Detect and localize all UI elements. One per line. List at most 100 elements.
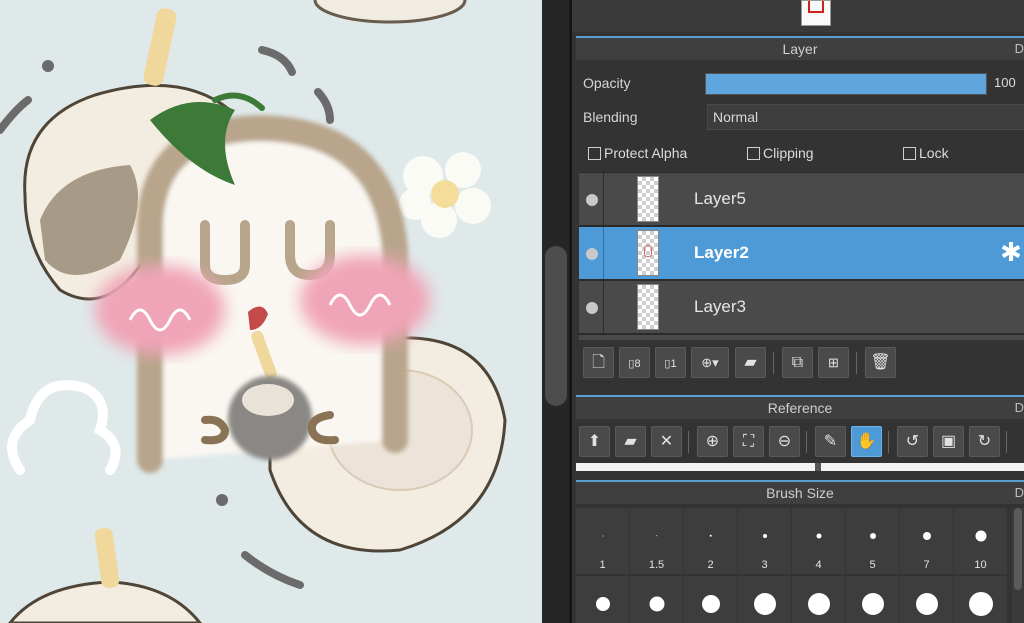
brush-size-preset[interactable]: 2 — [684, 508, 737, 574]
layer-settings-gear-icon[interactable]: ✱ — [998, 239, 1024, 265]
brush-size-dot-icon — [869, 532, 876, 539]
brush-size-scroll-thumb[interactable] — [1014, 508, 1022, 590]
reference-eyedropper-button[interactable]: ✎ — [815, 426, 846, 457]
brush-size-dot-icon — [975, 530, 986, 542]
layer-thumbnail — [637, 176, 659, 222]
add-layer-dropdown-icon: ⊕▾ — [701, 355, 719, 370]
reference-view-strip[interactable] — [576, 463, 1024, 471]
brush-size-dot-icon — [816, 533, 821, 539]
visibility-toggle-icon[interactable] — [586, 194, 598, 206]
blending-label: Blending — [583, 109, 638, 125]
reference-rotate-left-button[interactable]: ↺ — [897, 426, 928, 457]
reference-panel-dock-button[interactable]: D — [1015, 397, 1024, 419]
brush-size-panel-header[interactable]: Brush Size D — [576, 480, 1024, 504]
brush-size-preset[interactable]: 5 — [846, 508, 899, 574]
new-layer-button[interactable]: 🗋 — [583, 347, 614, 378]
layer-thumbnail — [637, 284, 659, 330]
brush-size-preset[interactable]: 1.5 — [630, 508, 683, 574]
protect-alpha-checkbox[interactable]: Protect Alpha — [588, 145, 687, 163]
delete-icon: 🗑 — [870, 354, 891, 371]
reference-panel-header[interactable]: Reference D — [576, 395, 1024, 419]
new-1bit-layer-button[interactable]: ▯1 — [655, 347, 686, 378]
brush-size-dot-icon — [649, 596, 664, 612]
reference-open-button[interactable]: ▰ — [615, 426, 646, 457]
layer-panel-header[interactable]: Layer D — [576, 36, 1024, 60]
clipping-checkbox[interactable]: Clipping — [747, 145, 814, 163]
brush-size-preset[interactable] — [576, 576, 629, 623]
hand-icon: ✋ — [856, 433, 877, 450]
new-8bit-layer-button[interactable]: ▯8 — [619, 347, 650, 378]
brush-size-preset[interactable]: 3 — [738, 508, 791, 574]
lock-label: Lock — [919, 145, 949, 161]
folder-icon: ▰ — [744, 354, 757, 371]
toolbar-separator — [1006, 431, 1007, 453]
brush-size-dot-icon — [968, 592, 993, 617]
close-icon: ✕ — [659, 433, 674, 450]
layer-row-partial[interactable] — [579, 335, 1024, 340]
checkbox-box — [747, 147, 760, 160]
brush-size-dot-icon — [753, 593, 776, 616]
brush-size-preset[interactable] — [900, 576, 953, 623]
zoom-in-icon: ⊕ — [705, 433, 720, 450]
brush-size-preset[interactable]: 1 — [576, 508, 629, 574]
brush-size-preset[interactable]: 7 — [900, 508, 953, 574]
add-layer-dropdown-button[interactable]: ⊕▾ — [691, 347, 729, 378]
drawing-canvas[interactable] — [0, 0, 542, 623]
brush-size-dot-icon — [709, 534, 712, 537]
brush-size-preset[interactable] — [630, 576, 683, 623]
navigator-view-frame — [808, 1, 824, 13]
duplicate-icon: ⧉ — [791, 354, 804, 371]
brush-size-preset[interactable]: 10 — [954, 508, 1007, 574]
layer-row-layer5[interactable]: Layer5 — [579, 173, 1024, 225]
reference-upload-button[interactable]: ⬆ — [579, 426, 610, 457]
reference-fit-button[interactable]: ⛶ — [733, 426, 764, 457]
reference-reset-button[interactable]: ▣ — [933, 426, 964, 457]
toolbar-separator — [806, 431, 807, 453]
reference-zoom-out-button[interactable]: ⊖ — [769, 426, 800, 457]
visibility-toggle-icon[interactable] — [586, 302, 598, 314]
reference-rotate-right-button[interactable]: ↻ — [969, 426, 1000, 457]
layer-name: Layer5 — [694, 189, 746, 208]
reference-slider-handle[interactable] — [815, 463, 821, 471]
canvas-scrollbar[interactable] — [542, 0, 572, 623]
scrollbar-thumb[interactable] — [545, 246, 567, 406]
brush-size-preset[interactable]: 4 — [792, 508, 845, 574]
toolbar-separator — [888, 431, 889, 453]
protect-alpha-label: Protect Alpha — [604, 145, 688, 161]
brush-size-preset[interactable] — [954, 576, 1007, 623]
opacity-slider[interactable] — [705, 73, 987, 95]
merge-layer-button[interactable]: ⊞ — [818, 347, 849, 378]
checkbox-box — [903, 147, 916, 160]
brush-size-dot-icon — [655, 534, 658, 537]
layer-thumbnail — [637, 230, 659, 276]
brush-size-preset[interactable] — [738, 576, 791, 623]
merge-icon: ⊞ — [828, 355, 839, 370]
brush-size-panel-dock-button[interactable]: D — [1015, 482, 1024, 504]
opacity-label: Opacity — [583, 75, 631, 91]
layer-row-layer3[interactable]: Layer3 — [579, 281, 1024, 333]
reference-hand-button[interactable]: ✋ — [851, 426, 882, 457]
brush-size-dot-icon — [602, 535, 603, 537]
brush-size-dot-icon — [595, 597, 610, 612]
blending-mode-select[interactable]: Normal — [707, 104, 1024, 130]
brush-size-preset[interactable] — [684, 576, 737, 623]
brush-size-preset[interactable] — [792, 576, 845, 623]
layer-row-layer2[interactable]: Layer2 ✱ — [579, 227, 1024, 279]
brush-size-preset[interactable] — [846, 576, 899, 623]
lock-checkbox[interactable]: Lock — [903, 145, 949, 163]
layer-panel-title: Layer — [782, 41, 818, 57]
navigator-thumbnail[interactable] — [801, 0, 831, 26]
duplicate-layer-button[interactable]: ⧉ — [782, 347, 813, 378]
reference-close-button[interactable]: ✕ — [651, 426, 682, 457]
reference-zoom-in-button[interactable]: ⊕ — [697, 426, 728, 457]
brush-size-scrollbar[interactable] — [1012, 508, 1024, 623]
brush-size-dot-icon — [701, 595, 720, 614]
new-folder-button[interactable]: ▰ — [735, 347, 766, 378]
right-panel: Layer D Opacity 100 Blending Normal Prot… — [572, 0, 1024, 623]
visibility-toggle-icon[interactable] — [586, 248, 598, 260]
brush-size-panel-title: Brush Size — [766, 485, 834, 501]
layer-panel-dock-button[interactable]: D — [1015, 38, 1024, 60]
zoom-out-icon: ⊖ — [777, 433, 792, 450]
new-layer-8bit-icon: ▯8 — [628, 358, 641, 370]
delete-layer-button[interactable]: 🗑 — [865, 347, 896, 378]
